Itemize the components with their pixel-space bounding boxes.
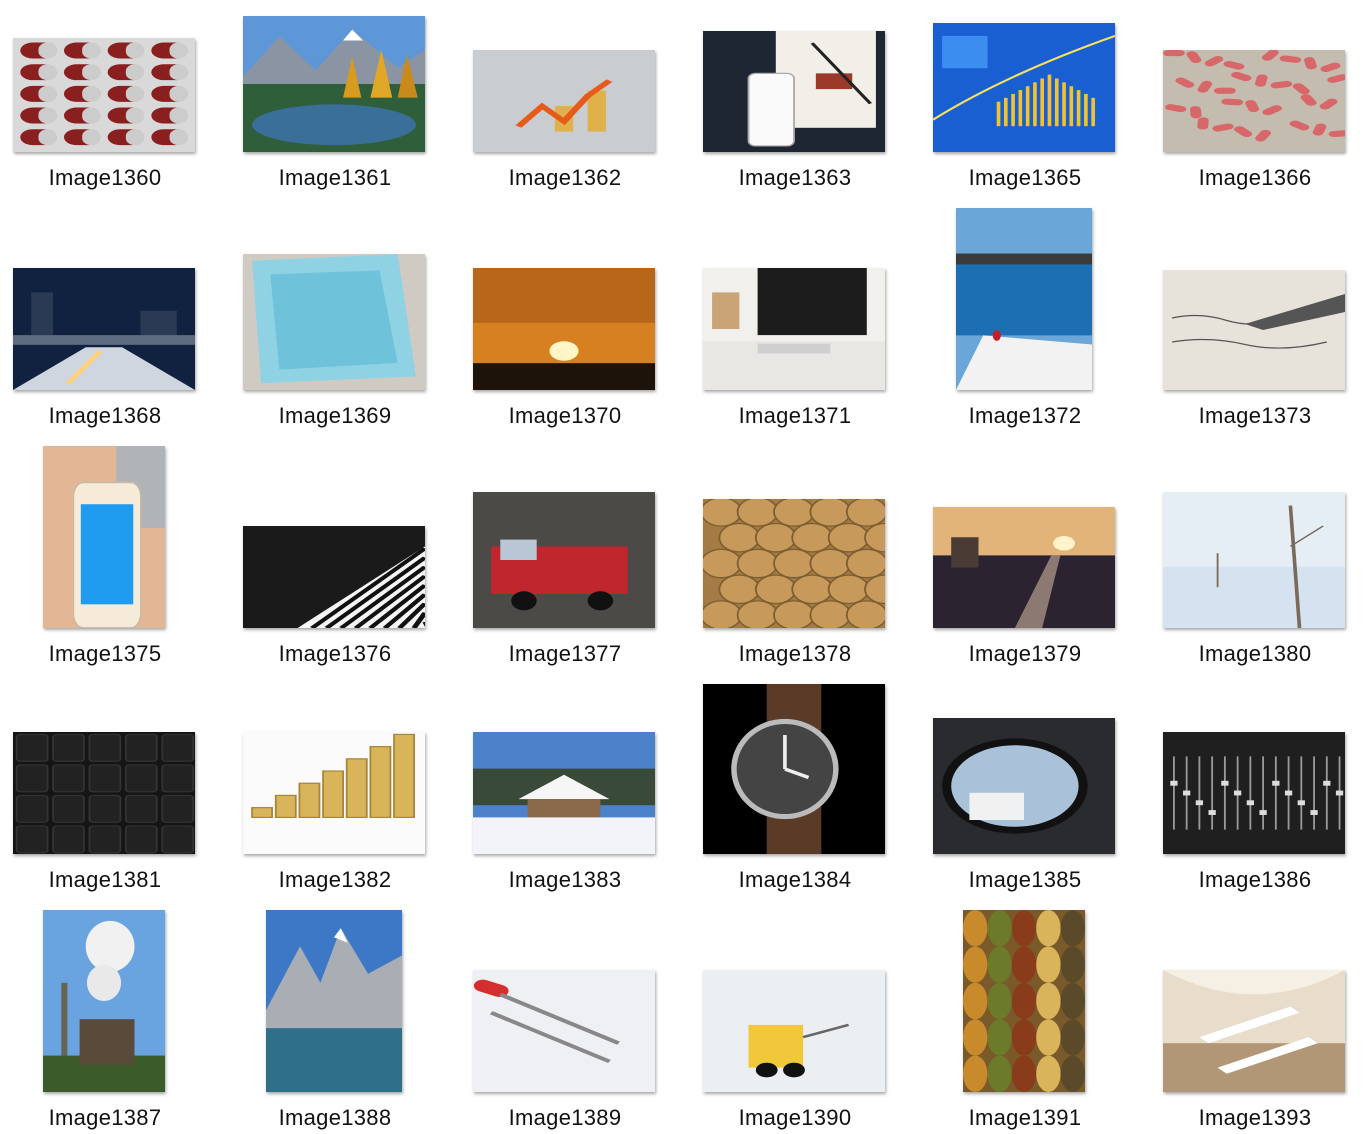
factory-smoke-icon[interactable] xyxy=(43,910,165,1092)
thumbnail-label[interactable]: Image1380 xyxy=(1163,641,1347,667)
thumbnail-grid: Image1360 Image1361 Image1362 Image1363 Imag… xyxy=(0,0,1364,1134)
sunset-icon[interactable] xyxy=(473,268,655,390)
desk-computer-icon[interactable] xyxy=(703,268,885,390)
thumbnail-label[interactable]: Image1378 xyxy=(703,641,887,667)
side-mirror-icon[interactable] xyxy=(933,718,1115,854)
thumbnail-label[interactable]: Image1360 xyxy=(13,165,197,191)
thumbnail-label[interactable]: Image1388 xyxy=(243,1105,427,1131)
thumbnail-label[interactable]: Image1386 xyxy=(1163,867,1347,893)
railway-sunset-icon[interactable] xyxy=(933,507,1115,628)
red-pills-icon[interactable] xyxy=(1163,50,1345,152)
thumbnail-label[interactable]: Image1368 xyxy=(13,403,197,429)
thumbnail-label[interactable]: Image1389 xyxy=(473,1105,657,1131)
thumbnail-label[interactable]: Image1369 xyxy=(243,403,427,429)
thumbnail-label[interactable]: Image1375 xyxy=(13,641,197,667)
snowy-house-icon[interactable] xyxy=(473,732,655,854)
thumbnail-label[interactable]: Image1393 xyxy=(1163,1105,1347,1131)
thumbnail-label[interactable]: Image1361 xyxy=(243,165,427,191)
thumbnail-label[interactable]: Image1383 xyxy=(473,867,657,893)
thumbnail-label[interactable]: Image1372 xyxy=(933,403,1117,429)
thumbnail-label[interactable]: Image1382 xyxy=(243,867,427,893)
blue-chart-icon[interactable] xyxy=(933,23,1115,152)
robot-toy-icon[interactable] xyxy=(703,970,885,1092)
thumbnail-label[interactable]: Image1390 xyxy=(703,1105,887,1131)
thumbnail-label[interactable]: Image1379 xyxy=(933,641,1117,667)
coin-stacks-icon[interactable] xyxy=(243,732,425,854)
thumbnail-label[interactable]: Image1363 xyxy=(703,165,887,191)
mall-interior-icon[interactable] xyxy=(1163,970,1345,1092)
thumbnail-label[interactable]: Image1376 xyxy=(243,641,427,667)
mountain-lake-icon[interactable] xyxy=(243,16,425,152)
screwdrivers-icon[interactable] xyxy=(473,970,655,1092)
thumbnail-label[interactable]: Image1391 xyxy=(933,1105,1117,1131)
swimming-pool-icon[interactable] xyxy=(243,254,425,390)
night-city-bridge-icon[interactable] xyxy=(13,268,195,390)
thumbnail-label[interactable]: Image1371 xyxy=(703,403,887,429)
keyboard-icon[interactable] xyxy=(13,732,195,854)
fountain-pen-icon[interactable] xyxy=(1163,270,1345,390)
mountain-peak-icon[interactable] xyxy=(266,910,402,1092)
thumbnail-label[interactable]: Image1385 xyxy=(933,867,1117,893)
market-spices-icon[interactable] xyxy=(963,910,1085,1092)
smartphone-icon[interactable] xyxy=(43,446,165,628)
poolside-table-icon[interactable] xyxy=(956,208,1092,390)
growth-arrow-icon[interactable] xyxy=(473,50,655,152)
thumbnail-label[interactable]: Image1377 xyxy=(473,641,657,667)
thumbnail-label[interactable]: Image1373 xyxy=(1163,403,1347,429)
snow-branches-icon[interactable] xyxy=(1163,492,1345,628)
thumbnail-label[interactable]: Image1370 xyxy=(473,403,657,429)
thumbnail-label[interactable]: Image1381 xyxy=(13,867,197,893)
piano-keys-icon[interactable] xyxy=(243,526,425,628)
fire-truck-icon[interactable] xyxy=(473,492,655,628)
thumbnail-label[interactable]: Image1365 xyxy=(933,165,1117,191)
coins-pile-icon[interactable] xyxy=(703,499,885,628)
thumbnail-label[interactable]: Image1366 xyxy=(1163,165,1347,191)
wristwatch-icon[interactable] xyxy=(703,684,885,854)
thumbnail-label[interactable]: Image1387 xyxy=(13,1105,197,1131)
thumbnail-label[interactable]: Image1362 xyxy=(473,165,657,191)
thumbnail-label[interactable]: Image1384 xyxy=(703,867,887,893)
pills-blister-icon[interactable] xyxy=(13,38,195,152)
mixing-console-icon[interactable] xyxy=(1163,732,1345,854)
phone-earbuds-icon[interactable] xyxy=(703,31,885,152)
